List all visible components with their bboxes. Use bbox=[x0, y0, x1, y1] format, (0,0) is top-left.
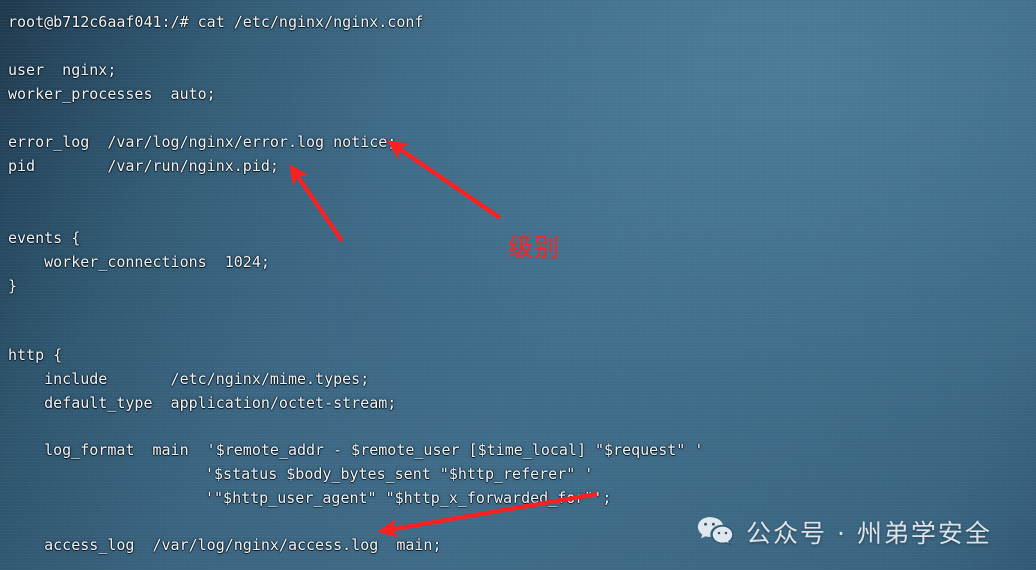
terminal-line-http-open: http { bbox=[8, 346, 63, 364]
wechat-icon bbox=[697, 516, 735, 548]
terminal-line-log-format-1: log_format main '$remote_addr - $remote_… bbox=[8, 441, 704, 459]
terminal-line-error-log: error_log /var/log/nginx/error.log notic… bbox=[8, 133, 397, 151]
terminal-line-events-open: events { bbox=[8, 229, 81, 247]
watermark: 公众号 · 州弟学安全 bbox=[697, 514, 992, 550]
terminal-line-access-log: access_log /var/log/nginx/access.log mai… bbox=[8, 536, 442, 554]
terminal-line-include: include /etc/nginx/mime.types; bbox=[8, 370, 370, 388]
terminal-screenshot: root@b712c6aaf041:/# cat /etc/nginx/ngin… bbox=[0, 0, 1036, 570]
terminal-line-worker-processes: worker_processes auto; bbox=[8, 85, 216, 103]
terminal-line-default-type: default_type application/octet-stream; bbox=[8, 394, 397, 412]
watermark-text: 公众号 · 州弟学安全 bbox=[746, 519, 992, 548]
terminal-output: root@b712c6aaf041:/# cat /etc/nginx/ngin… bbox=[0, 0, 1036, 570]
terminal-line-user: user nginx; bbox=[8, 61, 117, 79]
terminal-line-log-format-3: '"$http_user_agent" "$http_x_forwarded_f… bbox=[205, 489, 612, 507]
annotation-label-level: 级别 bbox=[508, 233, 561, 262]
terminal-line-pid: pid /var/run/nginx.pid; bbox=[8, 157, 279, 175]
terminal-line-events-close: } bbox=[8, 277, 18, 295]
terminal-line-worker-conn: worker_connections 1024; bbox=[8, 253, 270, 271]
terminal-line-log-format-2: '$status $body_bytes_sent "$http_referer… bbox=[205, 465, 594, 483]
terminal-line-prompt: root@b712c6aaf041:/# cat /etc/nginx/ngin… bbox=[8, 13, 424, 31]
